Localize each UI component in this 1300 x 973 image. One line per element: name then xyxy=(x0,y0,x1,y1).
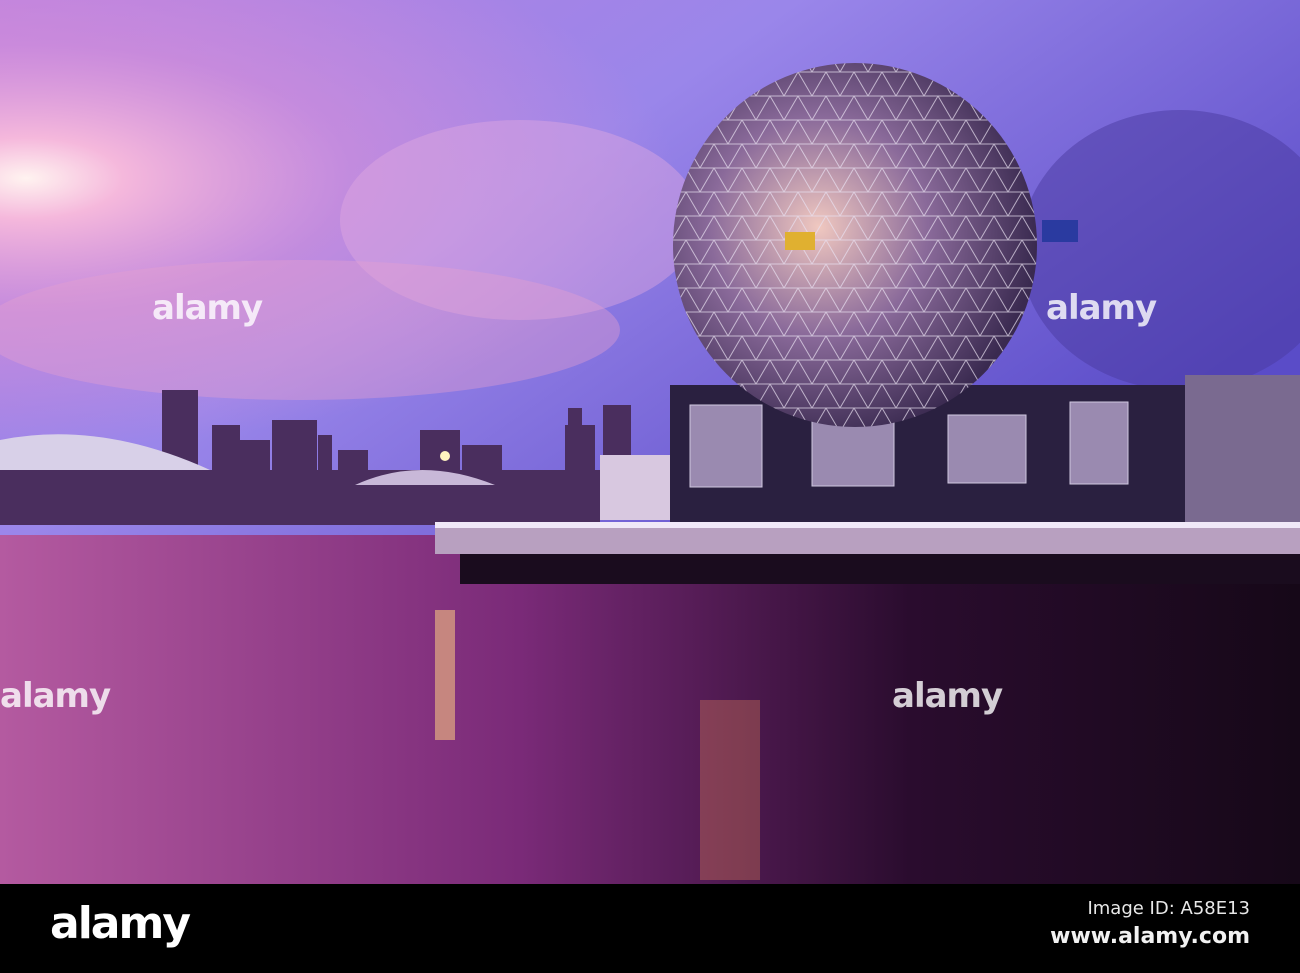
pier xyxy=(435,528,1300,554)
watermark: alamy xyxy=(152,288,263,328)
footer-bar: alamy Image ID: A58E13 www.alamy.com xyxy=(0,884,1300,973)
image-id: Image ID: A58E13 xyxy=(1087,898,1250,919)
yellow-flag xyxy=(785,232,815,250)
alamy-logo: alamy xyxy=(50,898,191,949)
pier-railing xyxy=(435,522,1300,528)
blue-flag xyxy=(1042,220,1078,242)
water xyxy=(0,535,1300,884)
photo-scene xyxy=(0,0,1300,884)
watermark: alamy xyxy=(1046,288,1157,328)
watermark: alamy xyxy=(892,676,1003,716)
watermark: alamy xyxy=(0,676,111,716)
website-link[interactable]: www.alamy.com xyxy=(1050,924,1250,949)
photo: alamy alamy alamy alamy xyxy=(0,0,1300,884)
stock-photo-page: alamy alamy alamy alamy alamy Image ID: … xyxy=(0,0,1300,973)
